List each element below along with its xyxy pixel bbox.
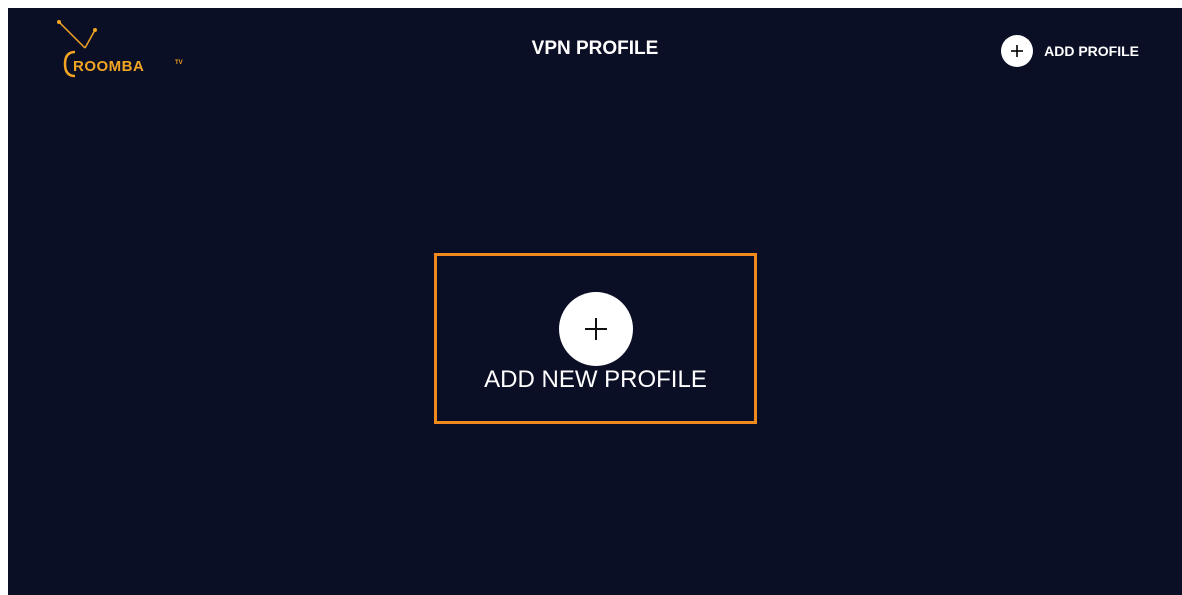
plus-icon <box>1001 35 1034 67</box>
logo-superscript: TV <box>175 60 183 66</box>
logo-text: ROOMBA <box>73 58 145 75</box>
add-profile-button[interactable]: ADD PROFILE <box>1001 35 1139 67</box>
add-new-profile-label: ADD NEW PROFILE <box>484 366 707 393</box>
add-new-profile-card[interactable]: ADD NEW PROFILE <box>434 253 757 424</box>
add-profile-label: ADD PROFILE <box>1044 43 1139 59</box>
vpn-profile-screen: ROOMBA TV VPN PROFILE ADD PROFILE ADD NE… <box>8 8 1182 595</box>
plus-icon <box>559 292 633 366</box>
